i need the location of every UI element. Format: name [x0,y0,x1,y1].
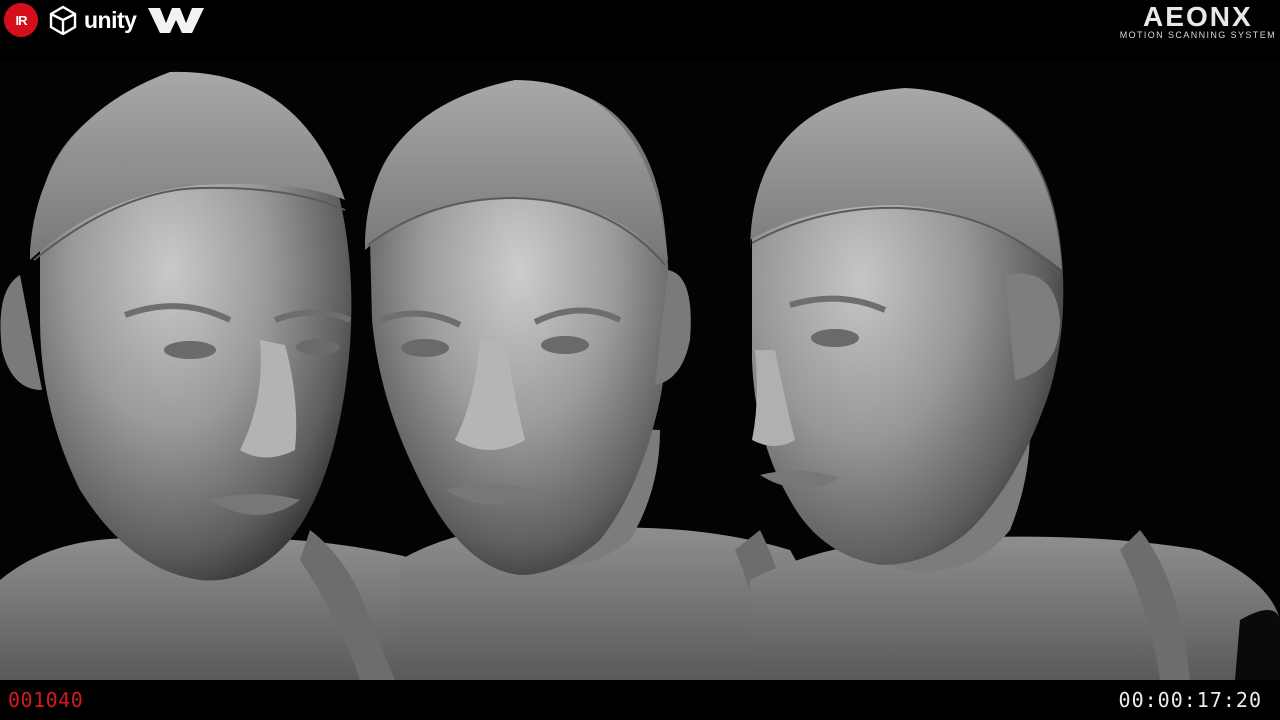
unity-logo: unity [48,5,137,35]
sponsor-logo-bar: IR unity [0,0,206,40]
timecode-display: 00:00:17:20 [1118,688,1262,712]
unity-logo-text: unity [84,6,137,33]
w-brand-logo [148,8,205,33]
ir-logo-text: IR [15,12,28,28]
aeonx-logo: AEONX MOTION SCANNING SYSTEM [1119,1,1276,41]
scan-view-right [750,88,1280,680]
scanned-heads-illustration [0,71,1280,680]
ir-logo: IR [4,3,38,37]
video-frame: IR unity AEONX MOTION SCANNING SYSTEM 00… [0,0,1280,720]
unity-cube-icon [49,5,77,35]
scan-render-area [0,60,1280,680]
aeonx-logo-title: AEONX [1143,1,1253,32]
aeonx-logo-subtitle: MOTION SCANNING SYSTEM [1119,30,1276,40]
frame-counter: 001040 [8,688,84,712]
